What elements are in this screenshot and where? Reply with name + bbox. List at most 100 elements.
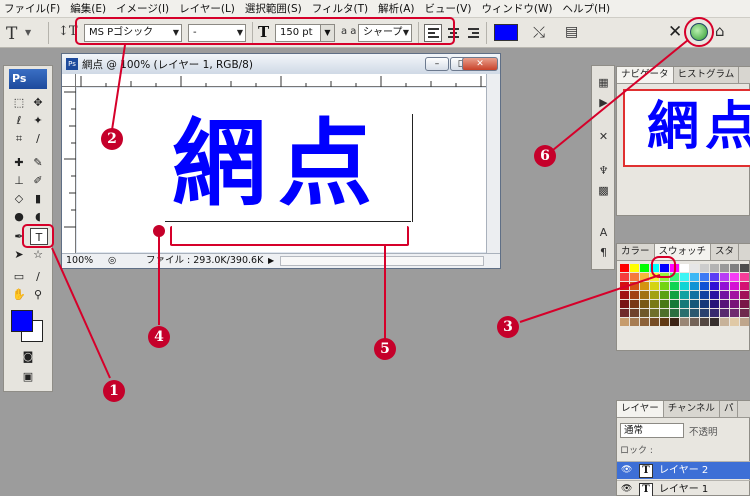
swatch[interactable]	[740, 309, 749, 317]
swatch[interactable]	[620, 273, 629, 281]
swatch[interactable]	[620, 291, 629, 299]
menu-select[interactable]: 選択範囲(S)	[245, 1, 302, 16]
swatch[interactable]	[690, 318, 699, 326]
layer-row[interactable]: 👁 T レイヤー 2	[617, 461, 750, 479]
swatch[interactable]	[680, 282, 689, 290]
swatch[interactable]	[640, 273, 649, 281]
swatch[interactable]	[740, 291, 749, 299]
quick-mask-icon[interactable]: ◙	[19, 348, 37, 365]
swatch[interactable]	[690, 282, 699, 290]
swatch[interactable]	[710, 309, 719, 317]
eye-icon[interactable]: 👁	[621, 462, 632, 479]
swatch[interactable]	[630, 291, 639, 299]
swatch[interactable]	[650, 291, 659, 299]
swatch[interactable]	[630, 264, 639, 272]
crop-tool-icon[interactable]: ⌗	[10, 130, 28, 147]
swatch[interactable]	[690, 291, 699, 299]
menu-file[interactable]: ファイル(F)	[4, 1, 60, 16]
tab-paths[interactable]: パ	[720, 401, 739, 417]
swatch[interactable]	[730, 309, 739, 317]
tab-styles[interactable]: スタ	[711, 244, 740, 260]
swatch[interactable]	[700, 309, 709, 317]
navigator-preview[interactable]: 網点	[623, 89, 750, 167]
zoom-level[interactable]: 100%	[66, 254, 93, 268]
swatch[interactable]	[710, 291, 719, 299]
text-color-swatch[interactable]	[494, 24, 518, 41]
swatch[interactable]	[710, 282, 719, 290]
swatch[interactable]	[660, 300, 669, 308]
swatch[interactable]	[670, 282, 679, 290]
menu-layer[interactable]: レイヤー(L)	[179, 1, 235, 16]
swatch[interactable]	[640, 291, 649, 299]
swatch[interactable]	[620, 282, 629, 290]
swatch[interactable]	[680, 291, 689, 299]
eyedropper-tool-icon[interactable]: ∕	[29, 130, 47, 147]
close-button[interactable]: ✕	[462, 57, 498, 71]
swatch[interactable]	[730, 282, 739, 290]
tool-presets-icon[interactable]: ✕	[595, 128, 612, 145]
vertical-ruler[interactable]	[62, 87, 76, 253]
swatch[interactable]	[640, 309, 649, 317]
tab-navigator[interactable]: ナビゲータ	[617, 67, 674, 83]
swatch[interactable]	[720, 318, 729, 326]
type-tool-preset-icon[interactable]: T	[6, 24, 17, 44]
history-panel-icon[interactable]: ▦	[595, 74, 612, 91]
path-selection-icon[interactable]: ➤	[10, 246, 28, 263]
swatch[interactable]	[700, 318, 709, 326]
swatch[interactable]	[620, 300, 629, 308]
swatch[interactable]	[720, 264, 729, 272]
magic-wand-icon[interactable]: ✦	[29, 112, 47, 129]
swatch[interactable]	[700, 291, 709, 299]
workspace-icon[interactable]: ⌂	[715, 22, 725, 40]
ruler-origin[interactable]	[62, 74, 76, 87]
swatch[interactable]	[670, 309, 679, 317]
swatch[interactable]	[710, 300, 719, 308]
swatch[interactable]	[730, 318, 739, 326]
swatch[interactable]	[730, 291, 739, 299]
gradient-tool-icon[interactable]: ▮	[29, 190, 47, 207]
swatch[interactable]	[720, 282, 729, 290]
swatch[interactable]	[640, 264, 649, 272]
swatch[interactable]	[620, 264, 629, 272]
swatch[interactable]	[690, 273, 699, 281]
swatch[interactable]	[730, 264, 739, 272]
character-palette-icon[interactable]: ▤	[565, 24, 578, 40]
swatch[interactable]	[660, 291, 669, 299]
menu-filter[interactable]: フィルタ(T)	[312, 1, 368, 16]
swatch[interactable]	[740, 300, 749, 308]
warp-text-icon[interactable]: ⤯	[533, 23, 545, 41]
canvas-text[interactable]: 網点	[172, 110, 384, 220]
minimize-button[interactable]: –	[425, 57, 449, 71]
swatch[interactable]	[640, 282, 649, 290]
shape-tool-icon[interactable]: ☆	[29, 246, 47, 263]
swatch[interactable]	[650, 309, 659, 317]
swatch[interactable]	[640, 300, 649, 308]
swatch[interactable]	[700, 300, 709, 308]
swatch[interactable]	[680, 273, 689, 281]
swatch[interactable]	[650, 318, 659, 326]
swatch[interactable]	[660, 309, 669, 317]
tab-layers[interactable]: レイヤー	[617, 401, 664, 417]
menu-edit[interactable]: 編集(E)	[70, 1, 106, 16]
vertical-scrollbar[interactable]	[486, 74, 500, 253]
swatch[interactable]	[700, 264, 709, 272]
swatch[interactable]	[720, 300, 729, 308]
swatch[interactable]	[670, 318, 679, 326]
move-tool-icon[interactable]: ✥	[29, 94, 47, 111]
dodge-tool-icon[interactable]: ◖	[29, 208, 47, 225]
swatch[interactable]	[740, 318, 749, 326]
paragraph-panel-icon[interactable]: ¶	[595, 244, 612, 261]
eye-icon[interactable]: 👁	[621, 481, 632, 496]
horizontal-scrollbar[interactable]	[280, 256, 484, 266]
swatch[interactable]	[650, 300, 659, 308]
swatch[interactable]	[700, 282, 709, 290]
status-arrow-icon[interactable]: ▶	[268, 254, 274, 268]
lasso-tool-icon[interactable]: ℓ	[10, 112, 28, 129]
document-title-bar[interactable]: Ps 網点 @ 100% (レイヤー 1, RGB/8) – □ ✕	[62, 54, 500, 74]
swatch[interactable]	[680, 309, 689, 317]
swatch[interactable]	[630, 309, 639, 317]
swatch[interactable]	[640, 318, 649, 326]
tab-channels[interactable]: チャンネル	[664, 401, 720, 417]
swatch[interactable]	[690, 309, 699, 317]
swatch[interactable]	[730, 300, 739, 308]
